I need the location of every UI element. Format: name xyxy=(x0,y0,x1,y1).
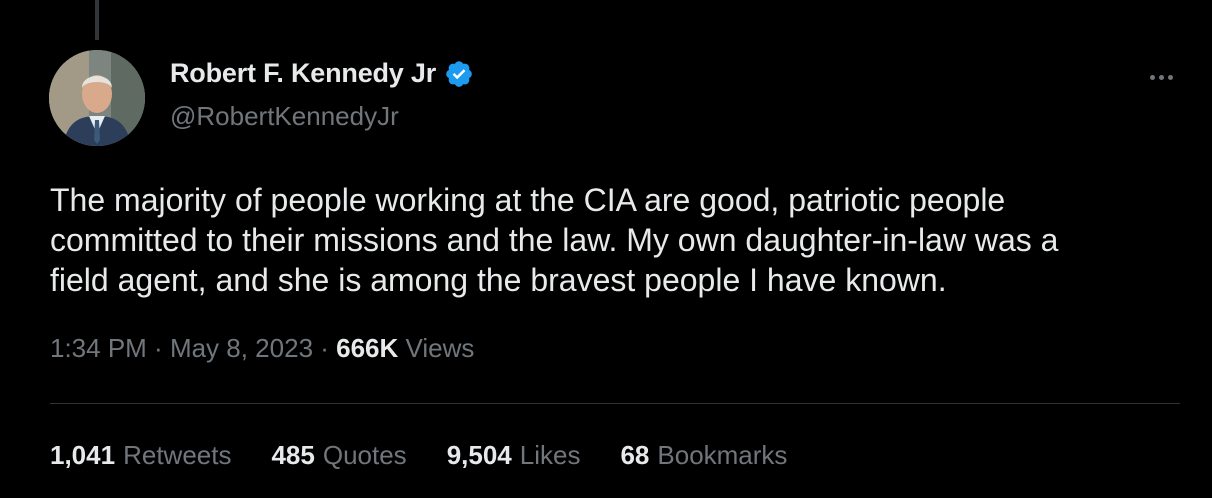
avatar-photo xyxy=(49,50,145,146)
tweet-text: The majority of people working at the CI… xyxy=(50,182,1059,298)
bookmarks-stat[interactable]: 68 Bookmarks xyxy=(620,440,787,471)
more-options-icon-dot xyxy=(1167,74,1173,80)
engagement-stats: 1,041 Retweets 485 Quotes 9,504 Likes 68… xyxy=(50,440,787,471)
quotes-stat[interactable]: 485 Quotes xyxy=(271,440,406,471)
author-name-row[interactable]: Robert F. Kennedy Jr xyxy=(170,58,474,89)
meta-separator: · xyxy=(313,333,337,363)
divider xyxy=(50,403,1180,404)
thread-connector-line xyxy=(95,0,99,40)
author-display-name[interactable]: Robert F. Kennedy Jr xyxy=(170,58,436,89)
retweets-stat[interactable]: 1,041 Retweets xyxy=(50,440,231,471)
more-options-icon-dot xyxy=(1158,74,1164,80)
tweet-time[interactable]: 1:34 PM xyxy=(50,333,147,364)
bookmarks-count: 68 xyxy=(620,440,650,470)
retweets-count: 1,041 xyxy=(50,440,116,470)
meta-separator: · xyxy=(146,333,170,363)
views-label: Views xyxy=(398,333,475,363)
quotes-count: 485 xyxy=(271,440,315,470)
likes-label: Likes xyxy=(519,440,581,470)
more-options-button[interactable] xyxy=(1143,64,1179,90)
more-options-icon xyxy=(1149,74,1155,80)
quotes-label: Quotes xyxy=(322,440,407,470)
views-count[interactable]: 666K xyxy=(336,333,398,364)
bookmarks-label: Bookmarks xyxy=(657,440,788,470)
tweet-meta: 1:34 PM · May 8, 2023 · 666K Views xyxy=(50,333,474,364)
verified-badge-icon[interactable] xyxy=(444,59,474,89)
retweets-label: Retweets xyxy=(123,440,232,470)
avatar[interactable] xyxy=(49,50,145,146)
author-handle[interactable]: @RobertKennedyJr xyxy=(170,101,399,132)
likes-count: 9,504 xyxy=(446,440,512,470)
likes-stat[interactable]: 9,504 Likes xyxy=(447,440,581,471)
tweet-date[interactable]: May 8, 2023 xyxy=(170,333,313,364)
